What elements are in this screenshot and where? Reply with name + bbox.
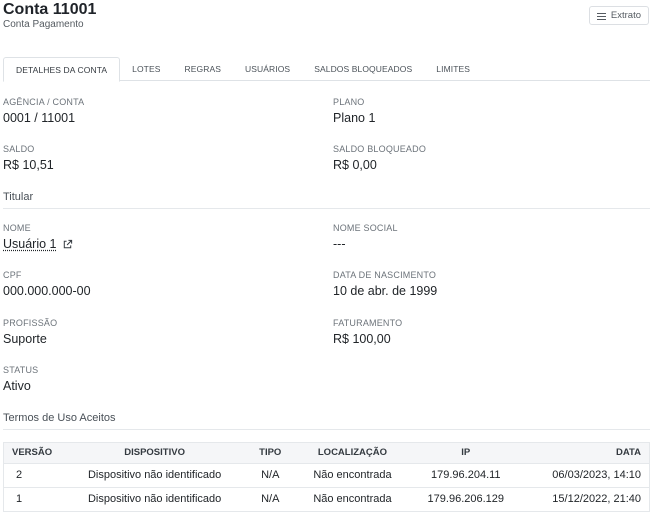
- profissao-field: PROFISSÃO Suporte: [3, 318, 57, 346]
- cell-dispositivo: Dispositivo não identificado: [64, 462, 246, 487]
- field-value: R$ 0,00: [333, 158, 377, 172]
- field-value: Ativo: [3, 379, 31, 393]
- cell-tipo: N/A: [245, 462, 296, 487]
- cell-localizacao: Não encontrada: [295, 486, 410, 511]
- tab-regras[interactable]: REGRAS: [173, 57, 234, 81]
- nome-social-field: NOME SOCIAL ---: [333, 223, 398, 251]
- column-header-data: DATA: [521, 443, 649, 463]
- plano-field: PLANO Plano 1: [333, 97, 375, 125]
- data-nascimento-field: DATA DE NASCIMENTO 10 de abr. de 1999: [333, 270, 437, 298]
- termos-section-title: Termos de Uso Aceitos: [3, 412, 650, 430]
- field-label: PLANO: [333, 97, 365, 107]
- table-row: 1 Dispositivo não identificado N/A Não e…: [4, 486, 649, 511]
- column-header-tipo: TIPO: [245, 443, 296, 463]
- field-label: DATA DE NASCIMENTO: [333, 270, 437, 280]
- nome-link-text[interactable]: Usuário 1: [3, 237, 57, 251]
- field-value: R$ 10,51: [3, 158, 54, 172]
- tab-limites[interactable]: LIMITES: [424, 57, 482, 81]
- titular-section-title: Titular: [3, 191, 650, 209]
- field-value: 000.000.000-00: [3, 284, 91, 298]
- field-label: NOME: [3, 223, 31, 233]
- tab-detalhes-da-conta[interactable]: DETALHES DA CONTA: [3, 57, 121, 82]
- agencia-conta-field: AGÊNCIA / CONTA 0001 / 11001: [3, 97, 84, 125]
- field-label: PROFISSÃO: [3, 318, 58, 328]
- page-header: Conta 11001 Conta Pagamento Extrato: [3, 0, 653, 40]
- field-value: Plano 1: [333, 111, 376, 125]
- field-value: ---: [333, 237, 346, 251]
- nome-field: NOME Usuário 1: [3, 223, 73, 251]
- field-value: 0001 / 11001: [3, 111, 76, 125]
- status-field: STATUS Ativo: [3, 365, 38, 393]
- cell-dispositivo: Dispositivo não identificado: [64, 486, 246, 511]
- field-label: FATURAMENTO: [333, 318, 403, 328]
- column-header-dispositivo: DISPOSITIVO: [64, 443, 246, 463]
- tab-bar: DETALHES DA CONTA LOTES REGRAS USUÁRIOS …: [3, 57, 650, 82]
- table-row: 2 Dispositivo não identificado N/A Não e…: [4, 462, 649, 487]
- list-icon: [596, 12, 606, 20]
- field-value: 10 de abr. de 1999: [333, 284, 438, 298]
- field-value: R$ 100,00: [333, 332, 391, 346]
- field-label: AGÊNCIA / CONTA: [3, 97, 85, 107]
- extrato-button-label: Extrato: [610, 10, 641, 21]
- column-header-localizacao: LOCALIZAÇÃO: [295, 443, 410, 463]
- saldo-bloqueado-field: SALDO BLOQUEADO R$ 0,00: [333, 144, 426, 172]
- faturamento-field: FATURAMENTO R$ 100,00: [333, 318, 402, 346]
- table-header-row: VERSÃO DISPOSITIVO TIPO LOCALIZAÇÃO IP D…: [4, 443, 649, 463]
- cpf-field: CPF 000.000.000-00: [3, 270, 91, 298]
- cell-data: 06/03/2023, 14:10: [521, 462, 649, 487]
- cell-ip: 179.96.206.129: [409, 486, 522, 511]
- termos-table: VERSÃO DISPOSITIVO TIPO LOCALIZAÇÃO IP D…: [3, 442, 650, 512]
- page-subtitle: Conta Pagamento: [3, 19, 84, 30]
- tab-usuarios[interactable]: USUÁRIOS: [233, 57, 302, 81]
- cell-versao: 2: [4, 462, 64, 487]
- external-link-icon[interactable]: [62, 239, 73, 250]
- cell-data: 15/12/2022, 21:40: [521, 486, 649, 511]
- extrato-button[interactable]: Extrato: [588, 6, 649, 25]
- field-label: NOME SOCIAL: [333, 223, 398, 233]
- field-label: SALDO: [3, 144, 35, 154]
- cell-versao: 1: [4, 486, 64, 511]
- nome-link[interactable]: Usuário 1: [3, 237, 73, 251]
- tab-lotes[interactable]: LOTES: [120, 57, 172, 81]
- cell-tipo: N/A: [245, 486, 296, 511]
- cell-ip: 179.96.204.11: [409, 462, 522, 487]
- field-value: Suporte: [3, 332, 47, 346]
- field-label: STATUS: [3, 365, 39, 375]
- page-title: Conta 11001: [3, 1, 97, 18]
- cell-localizacao: Não encontrada: [295, 462, 410, 487]
- field-label: CPF: [3, 270, 22, 280]
- column-header-ip: IP: [409, 443, 522, 463]
- column-header-versao: VERSÃO: [4, 443, 64, 463]
- field-label: SALDO BLOQUEADO: [333, 144, 427, 154]
- saldo-field: SALDO R$ 10,51: [3, 144, 54, 172]
- tab-saldos-bloqueados[interactable]: SALDOS BLOQUEADOS: [302, 57, 424, 81]
